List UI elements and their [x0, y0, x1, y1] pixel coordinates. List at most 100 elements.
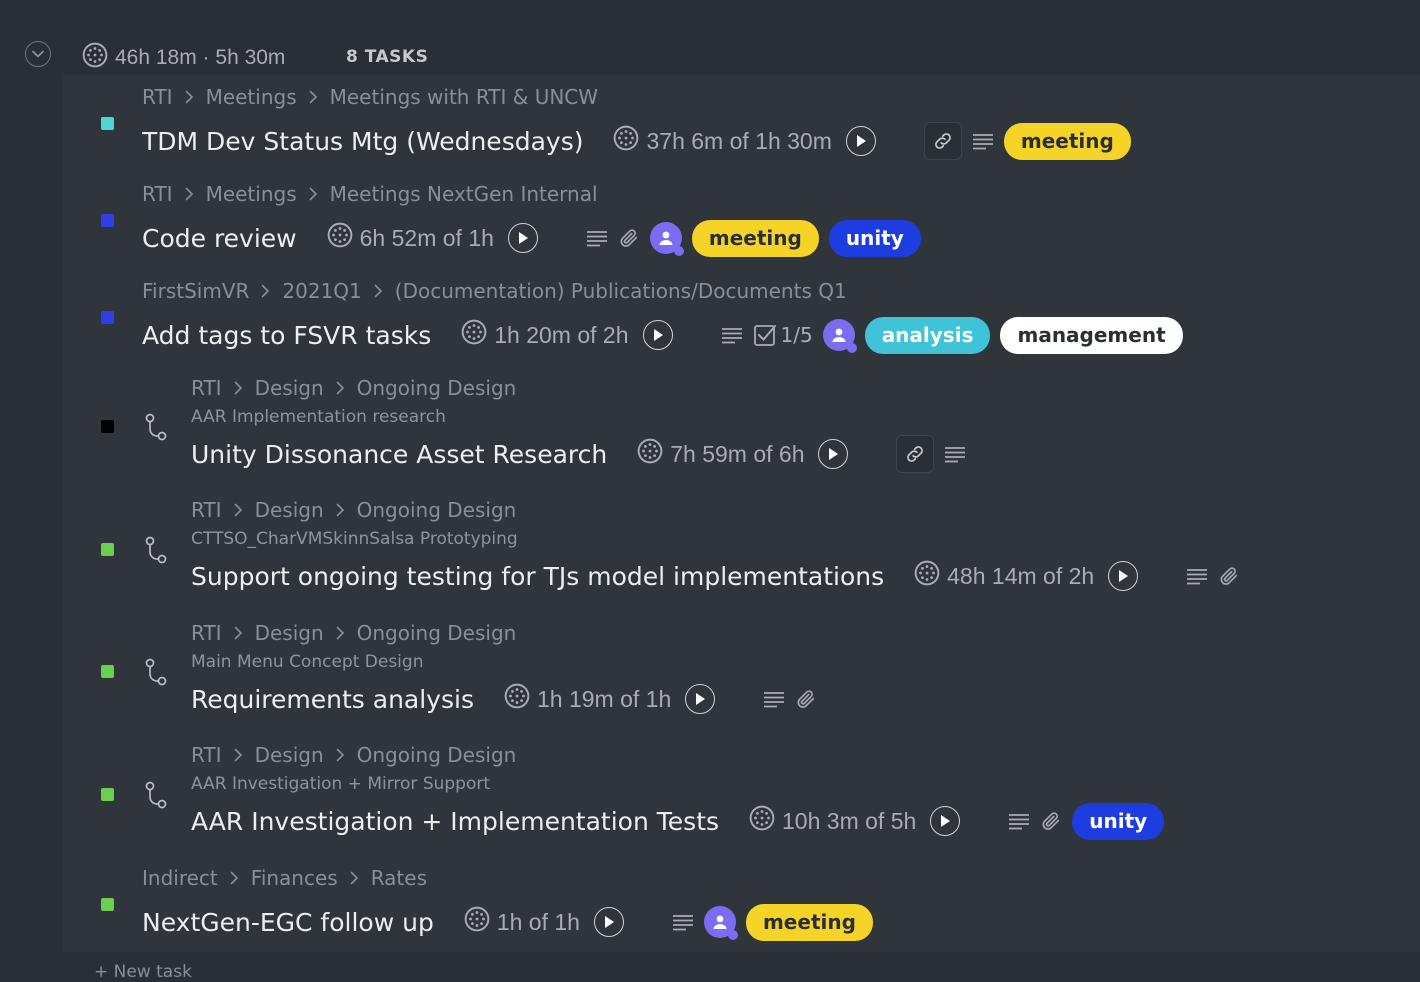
new-task-button[interactable]: + New task	[94, 962, 192, 982]
play-icon	[1117, 569, 1129, 583]
tag-analysis[interactable]: analysis	[864, 316, 991, 354]
breadcrumb-item[interactable]: Meetings	[206, 85, 297, 109]
task-title[interactable]: Add tags to FSVR tasks	[142, 321, 431, 350]
task-row[interactable]: RTI Design Ongoing Design Main Menu Concept…	[63, 610, 1420, 732]
breadcrumb-item[interactable]: Ongoing Design	[357, 498, 517, 522]
task-row[interactable]: RTI Design Ongoing Design AAR Investigation…	[63, 732, 1420, 854]
task-title[interactable]: NextGen-EGC follow up	[142, 908, 434, 937]
assignee-avatar[interactable]	[703, 906, 738, 940]
breadcrumb-item[interactable]: 2021Q1	[282, 279, 361, 303]
time-tracked[interactable]: 37h 6m of 1h 30m	[613, 125, 832, 157]
task-list: RTI Meetings Meetings with RTI & UNCW TDM D…	[63, 74, 1420, 952]
task-title[interactable]: Unity Dissonance Asset Research	[191, 440, 607, 469]
task-row[interactable]: RTI Meetings Meetings NextGen Internal Code…	[63, 171, 1420, 268]
start-timer-button[interactable]	[642, 320, 673, 350]
tag-meeting[interactable]: meeting	[1003, 122, 1131, 160]
description-icon[interactable]	[1186, 567, 1208, 585]
tag-management[interactable]: management	[1000, 316, 1183, 354]
task-row[interactable]: RTI Meetings Meetings with RTI & UNCW TDM D…	[63, 74, 1420, 171]
breadcrumb-item[interactable]: FirstSimVR	[142, 279, 249, 303]
breadcrumb-item[interactable]: Meetings with RTI & UNCW	[330, 85, 598, 109]
description-icon[interactable]	[672, 913, 694, 931]
breadcrumb-item[interactable]: RTI	[191, 376, 222, 400]
breadcrumb-item[interactable]: Finances	[251, 866, 338, 890]
tag-unity[interactable]: unity	[1072, 802, 1165, 840]
breadcrumb-item[interactable]: Meetings	[206, 182, 297, 206]
status-square[interactable]	[101, 898, 114, 911]
status-square[interactable]	[101, 420, 114, 433]
status-square[interactable]	[101, 311, 114, 324]
task-title[interactable]: Support ongoing testing for TJs model im…	[191, 562, 884, 591]
task-row[interactable]: FirstSimVR 2021Q1 (Documentation) Publicat…	[63, 268, 1420, 365]
task-title[interactable]: Code review	[142, 224, 297, 253]
task-title[interactable]: TDM Dev Status Mtg (Wednesdays)	[142, 127, 583, 156]
breadcrumb-item[interactable]: Ongoing Design	[357, 743, 517, 767]
start-timer-button[interactable]	[930, 806, 961, 836]
time-tracked[interactable]: 1h of 1h	[464, 906, 580, 938]
breadcrumb-item[interactable]: Ongoing Design	[357, 376, 517, 400]
assignee-avatar[interactable]	[822, 319, 857, 353]
description-icon[interactable]	[586, 229, 608, 247]
breadcrumb-item[interactable]: Design	[255, 376, 324, 400]
breadcrumb-item[interactable]: Design	[255, 743, 324, 767]
start-timer-button[interactable]	[593, 907, 624, 937]
breadcrumb-item[interactable]: RTI	[142, 85, 173, 109]
description-icon[interactable]	[972, 132, 994, 150]
breadcrumb-item[interactable]: Design	[255, 621, 324, 645]
parent-task-link[interactable]: AAR Investigation + Mirror Support	[191, 774, 490, 794]
assignee-avatar[interactable]	[649, 222, 684, 256]
breadcrumb-item[interactable]: RTI	[191, 743, 222, 767]
breadcrumb-item[interactable]: (Documentation) Publications/Documents Q…	[395, 279, 847, 303]
time-tracked[interactable]: 1h 19m of 1h	[504, 683, 671, 715]
breadcrumb-item[interactable]: Meetings NextGen Internal	[330, 182, 598, 206]
task-row[interactable]: RTI Design Ongoing Design AAR Implementatio…	[63, 365, 1420, 487]
task-row[interactable]: Indirect Finances Rates NextGen-EGC follow …	[63, 855, 1420, 952]
start-timer-button[interactable]	[685, 684, 716, 714]
status-square[interactable]	[101, 665, 114, 678]
tag-meeting[interactable]: meeting	[691, 219, 819, 257]
breadcrumb: RTI Meetings Meetings NextGen Internal	[142, 182, 598, 206]
start-timer-button[interactable]	[845, 126, 876, 156]
time-tracked[interactable]: 7h 59m of 6h	[637, 438, 804, 470]
start-timer-button[interactable]	[818, 439, 849, 469]
checklist-indicator[interactable]: 1/5	[753, 323, 813, 347]
description-icon[interactable]	[763, 690, 785, 708]
status-square[interactable]	[101, 117, 114, 130]
time-tracked[interactable]: 10h 3m of 5h	[749, 805, 916, 837]
link-icon[interactable]	[896, 435, 935, 473]
parent-task-link[interactable]: Main Menu Concept Design	[191, 652, 423, 672]
attachment-icon[interactable]	[1218, 565, 1240, 587]
time-tracked[interactable]: 6h 52m of 1h	[327, 222, 494, 254]
parent-task-link[interactable]: CTTSO_CharVMSkinnSalsa Prototyping	[191, 529, 518, 549]
collapse-group-button[interactable]	[25, 41, 51, 67]
attachment-icon[interactable]	[618, 227, 640, 249]
task-row[interactable]: RTI Design Ongoing Design CTTSO_CharVMSkinn…	[63, 487, 1420, 609]
breadcrumb-item[interactable]: Design	[255, 498, 324, 522]
description-icon[interactable]	[1008, 812, 1030, 830]
tag-unity[interactable]: unity	[828, 219, 921, 257]
tag-meeting[interactable]: meeting	[745, 903, 873, 941]
timer-icon	[914, 560, 940, 592]
attachment-icon[interactable]	[1040, 810, 1062, 832]
description-icon[interactable]	[721, 326, 743, 344]
breadcrumb-item[interactable]: RTI	[191, 498, 222, 522]
parent-task-link[interactable]: AAR Implementation research	[191, 407, 446, 427]
time-tracked[interactable]: 48h 14m of 2h	[914, 560, 1094, 592]
start-timer-button[interactable]	[1108, 561, 1139, 591]
status-square[interactable]	[101, 214, 114, 227]
breadcrumb-item[interactable]: Ongoing Design	[357, 621, 517, 645]
breadcrumb-item[interactable]: Rates	[371, 866, 427, 890]
status-square[interactable]	[101, 788, 114, 801]
time-tracked[interactable]: 1h 20m of 2h	[461, 319, 629, 351]
description-icon[interactable]	[944, 445, 966, 463]
attachment-icon[interactable]	[795, 688, 817, 710]
chevron-right-icon	[336, 748, 345, 762]
breadcrumb-item[interactable]: RTI	[191, 621, 222, 645]
task-title[interactable]: AAR Investigation + Implementation Tests	[191, 807, 719, 836]
status-square[interactable]	[101, 543, 114, 556]
link-icon[interactable]	[923, 122, 962, 160]
breadcrumb-item[interactable]: Indirect	[142, 866, 218, 890]
task-title[interactable]: Requirements analysis	[191, 685, 474, 714]
breadcrumb-item[interactable]: RTI	[142, 182, 173, 206]
start-timer-button[interactable]	[507, 223, 538, 253]
